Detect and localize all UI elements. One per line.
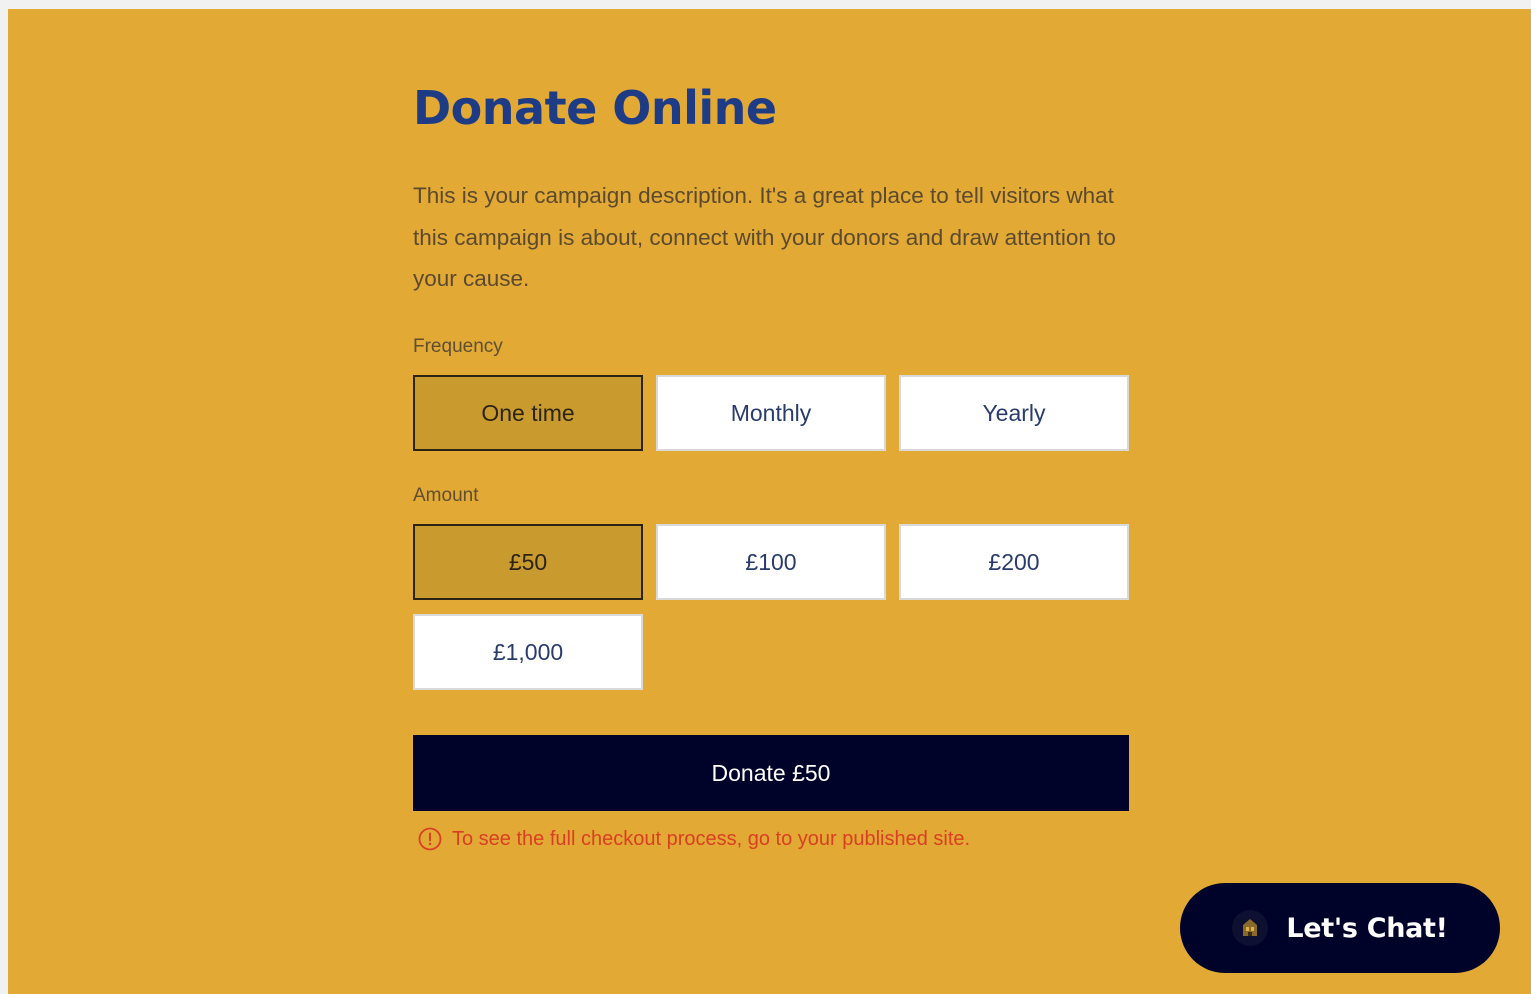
donate-button[interactable]: Donate £50 xyxy=(413,735,1129,811)
amount-label: Amount xyxy=(413,485,479,506)
amount-option-200[interactable]: £200 xyxy=(899,524,1129,600)
chat-avatar-icon xyxy=(1232,910,1269,946)
frequency-label: Frequency xyxy=(413,336,503,357)
page-title: Donate Online xyxy=(413,81,777,135)
amount-option-100[interactable]: £100 xyxy=(656,524,886,600)
checkout-notice-text: To see the full checkout process, go to … xyxy=(452,827,971,850)
frequency-option-one-time[interactable]: One time xyxy=(413,375,643,451)
chat-button-label: Let's Chat! xyxy=(1286,912,1448,944)
checkout-notice: To see the full checkout process, go to … xyxy=(418,827,970,851)
frequency-option-yearly[interactable]: Yearly xyxy=(899,375,1129,451)
alert-circle-icon xyxy=(418,827,442,851)
campaign-description: This is your campaign description. It's … xyxy=(413,183,1116,291)
amount-option-1000[interactable]: £1,000 xyxy=(413,614,643,690)
amount-option-50[interactable]: £50 xyxy=(413,524,643,600)
chat-button[interactable]: Let's Chat! xyxy=(1180,883,1500,973)
donation-section: Donate Online This is your campaign desc… xyxy=(8,9,1531,994)
frequency-option-monthly[interactable]: Monthly xyxy=(656,375,886,451)
